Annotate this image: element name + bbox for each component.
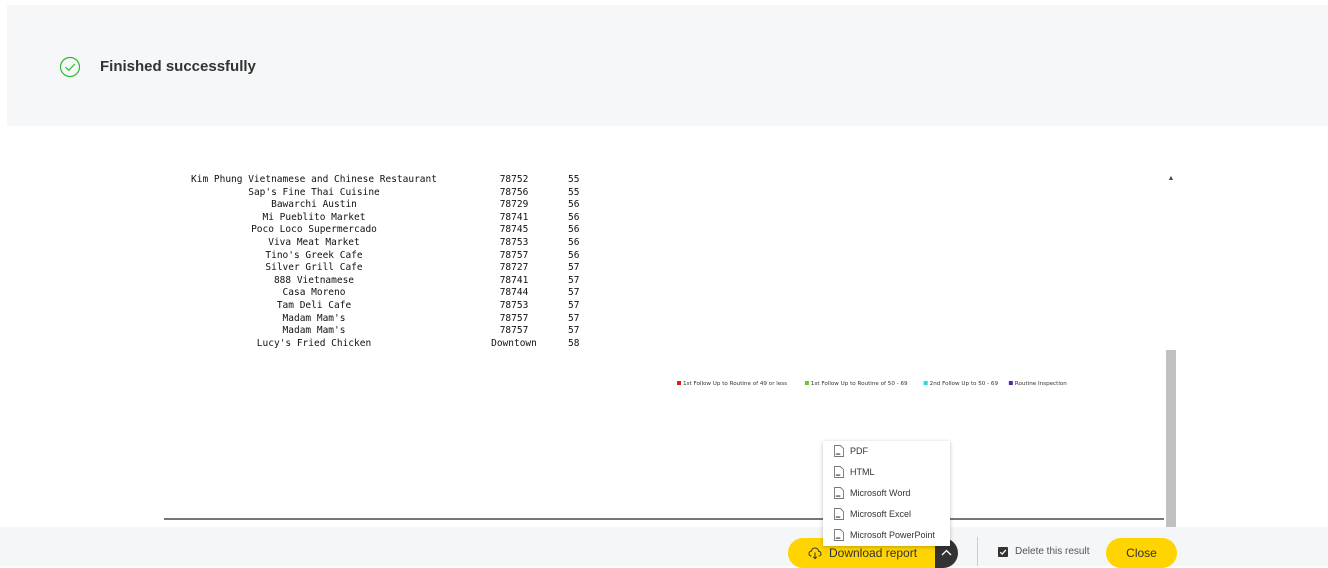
restaurant-name-cell: Mi Pueblito Market: [262, 211, 366, 223]
score-cell: 56: [568, 249, 580, 261]
score-cell: 57: [568, 312, 580, 324]
status-title: Finished successfully: [100, 58, 256, 75]
score-cell: 56: [568, 199, 580, 211]
legend-swatch: [1008, 381, 1013, 385]
score-cell: 56: [568, 224, 580, 236]
table-row: 888 Vietnamese 78741 57: [164, 275, 600, 288]
checkmark-icon: [999, 549, 1007, 556]
table-row: Sap's Fine Thai Cuisine 78756 55: [164, 187, 600, 200]
zip-code-cell: 78753: [499, 236, 529, 248]
report-preview: Kim Phung Vietnamese and Chinese Restaur…: [164, 163, 1164, 523]
restaurant-name-cell: Sap's Fine Thai Cuisine: [248, 186, 380, 198]
score-scatter-chart: 354045505560657075802015-04-252015-08-19…: [677, 381, 1067, 387]
score-cell: 58: [568, 337, 580, 349]
footer-divider: [977, 537, 978, 566]
zip-code-cell: 78741: [499, 274, 529, 286]
report-divider: [164, 518, 1164, 520]
legend-swatch: [923, 381, 928, 385]
zip-code-cell: 78757: [499, 325, 529, 337]
zip-code-cell: 78741: [499, 211, 529, 223]
cloud-download-icon: [808, 547, 822, 560]
menu-item-word[interactable]: Microsoft Word: [823, 483, 950, 504]
table-row: Kim Phung Vietnamese and Chinese Restaur…: [164, 174, 600, 187]
table-row: Poco Loco Supermercado 78745 56: [164, 224, 600, 237]
restaurant-name-cell: Madam Mam's: [282, 312, 346, 324]
file-icon: [834, 529, 844, 541]
table-row: Madam Mam's 78757 57: [164, 325, 600, 338]
score-cell: 57: [568, 325, 580, 337]
table-row: Madam Mam's 78757 57: [164, 313, 600, 326]
scrollbar-thumb[interactable]: [1166, 350, 1176, 528]
restaurant-name-cell: Poco Loco Supermercado: [251, 224, 377, 236]
score-cell: 55: [568, 186, 580, 198]
restaurant-name-cell: Viva Meat Market: [268, 236, 360, 248]
restaurant-name-cell: Tino's Greek Cafe: [265, 249, 363, 261]
delete-result-label[interactable]: Delete this result: [1015, 546, 1089, 558]
legend-swatch: [804, 381, 809, 385]
zip-code-cell: 78757: [499, 312, 529, 324]
restaurant-name-cell: 888 Vietnamese: [273, 274, 355, 286]
report-table: Kim Phung Vietnamese and Chinese Restaur…: [164, 174, 600, 350]
restaurant-name-cell: Tam Deli Cafe: [276, 299, 352, 311]
check-circle-icon: [59, 56, 81, 78]
legend-label: Routine Inspection: [1015, 381, 1067, 387]
legend-label: 2nd Follow Up to 50 - 69: [930, 381, 999, 387]
table-row: Mi Pueblito Market 78741 56: [164, 212, 600, 225]
scroll-up-icon[interactable]: ▲: [1166, 174, 1176, 184]
menu-item-pdf[interactable]: PDF: [823, 441, 950, 462]
table-row: Tino's Greek Cafe 78757 56: [164, 250, 600, 263]
zip-code-cell: 78745: [499, 224, 529, 236]
menu-item-label: Microsoft PowerPoint: [850, 530, 936, 540]
menu-item-label: Microsoft Word: [850, 488, 911, 498]
restaurant-name-cell: Bawarchi Austin: [271, 199, 357, 211]
chevron-up-icon: [941, 549, 952, 556]
restaurant-name-cell: Kim Phung Vietnamese and Chinese Restaur…: [191, 174, 437, 185]
menu-item-excel[interactable]: Microsoft Excel: [823, 504, 950, 525]
delete-result-checkbox[interactable]: [998, 547, 1008, 557]
table-row: Silver Grill Cafe 78727 57: [164, 262, 600, 275]
restaurant-name-cell: Silver Grill Cafe: [265, 262, 363, 274]
zip-code-cell: 78727: [499, 262, 529, 274]
score-cell: 57: [568, 287, 580, 299]
zip-code-cell: 78744: [499, 287, 529, 299]
table-row: Lucy's Fried Chicken Downtown 58: [164, 338, 600, 351]
table-row: Viva Meat Market 78753 56: [164, 237, 600, 250]
menu-item-powerpoint[interactable]: Microsoft PowerPoint: [823, 525, 950, 546]
table-row: Bawarchi Austin 78729 56: [164, 199, 600, 212]
file-icon: [834, 466, 844, 478]
zip-code-cell: Downtown: [491, 337, 537, 349]
file-icon: [834, 445, 844, 457]
zip-code-cell: 78752: [499, 174, 529, 185]
score-cell: 56: [568, 236, 580, 248]
zip-code-cell: 78753: [499, 299, 529, 311]
menu-item-label: HTML: [850, 467, 875, 477]
table-row: Casa Moreno 78744 57: [164, 287, 600, 300]
close-button[interactable]: Close: [1106, 538, 1177, 568]
score-cell: 55: [568, 174, 580, 185]
legend-swatch: [677, 381, 681, 385]
restaurant-name-cell: Casa Moreno: [282, 287, 346, 299]
zip-code-cell: 78729: [499, 199, 529, 211]
zip-code-cell: 78757: [499, 249, 529, 261]
restaurant-name-cell: Lucy's Fried Chicken: [256, 337, 372, 349]
restaurant-name-cell: Madam Mam's: [282, 325, 346, 337]
score-cell: 57: [568, 262, 580, 274]
menu-item-label: PDF: [850, 446, 868, 456]
download-format-menu: PDF HTML Microsoft Word Microsoft Excel …: [823, 441, 950, 546]
menu-item-html[interactable]: HTML: [823, 462, 950, 483]
zip-code-cell: 78756: [499, 186, 529, 198]
file-icon: [834, 508, 844, 520]
status-banner: Finished successfully: [7, 5, 1328, 126]
table-row: Tam Deli Cafe 78753 57: [164, 300, 600, 313]
score-cell: 57: [568, 274, 580, 286]
legend-label: 1st Follow Up to Routine of 50 - 69: [811, 381, 908, 387]
menu-item-label: Microsoft Excel: [850, 509, 912, 519]
file-icon: [834, 487, 844, 499]
score-cell: 57: [568, 299, 580, 311]
score-cell: 56: [568, 211, 580, 223]
legend-label: 1st Follow Up to Routine of 49 or less: [683, 381, 787, 387]
